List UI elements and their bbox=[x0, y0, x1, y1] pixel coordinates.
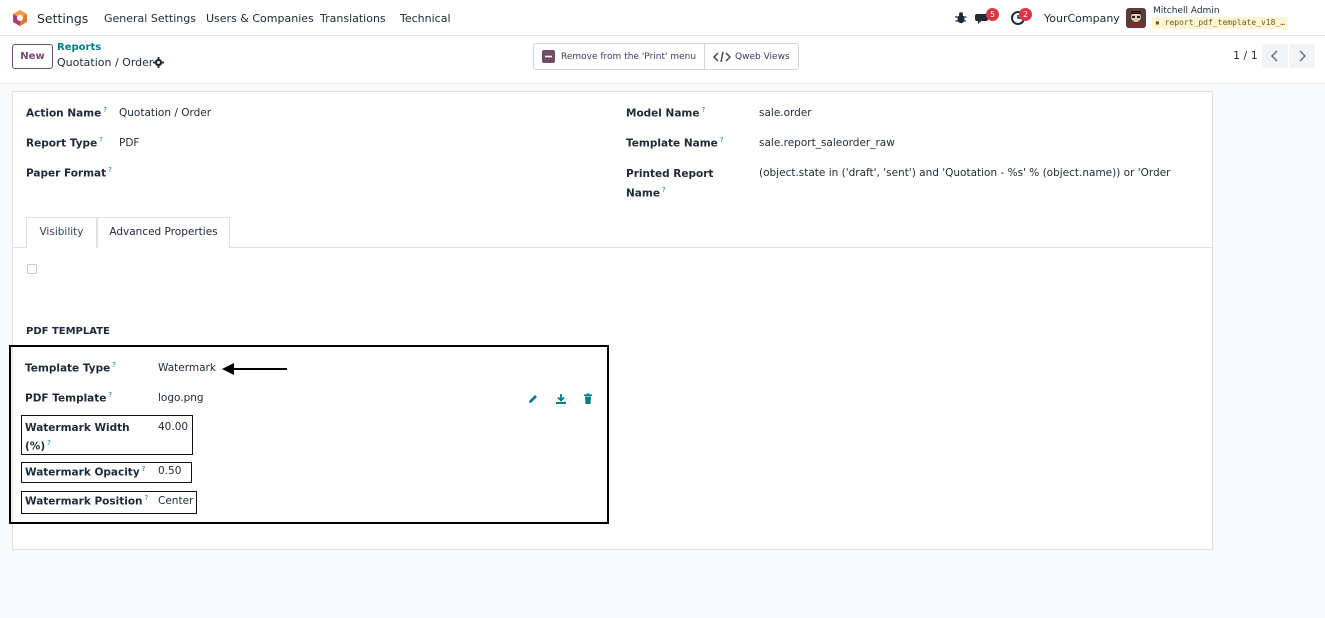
printed-report-name-value[interactable]: (object.state in ('draft', 'sent') and '… bbox=[759, 167, 1173, 179]
messages-badge: 5 bbox=[986, 8, 999, 21]
debug-bug-icon[interactable] bbox=[953, 10, 969, 26]
menu-technical[interactable]: Technical bbox=[400, 12, 451, 25]
qweb-views-label: Qweb Views bbox=[735, 51, 790, 62]
pdf-template-label: PDF Template? bbox=[25, 391, 113, 405]
trash-icon[interactable] bbox=[582, 393, 594, 405]
chevron-left-icon bbox=[1270, 50, 1278, 62]
remove-from-print-button[interactable]: Remove from the 'Print' menu bbox=[534, 44, 704, 69]
activities-badge: 2 bbox=[1019, 8, 1032, 21]
report-type-value[interactable]: PDF bbox=[119, 137, 139, 149]
pencil-icon[interactable] bbox=[527, 393, 539, 405]
watermark-opacity-label: Watermark Opacity? bbox=[25, 465, 146, 479]
app-title[interactable]: Settings bbox=[37, 11, 88, 26]
company-switcher[interactable]: YourCompany bbox=[1044, 12, 1120, 25]
code-icon bbox=[713, 51, 732, 62]
remove-from-print-label: Remove from the 'Print' menu bbox=[561, 51, 697, 62]
watermark-opacity-value[interactable]: 0.50 bbox=[158, 465, 181, 477]
breadcrumb-reports[interactable]: Reports bbox=[57, 42, 101, 53]
menu-translations[interactable]: Translations bbox=[320, 12, 386, 25]
model-name-label: Model Name? bbox=[626, 106, 706, 120]
breadcrumb-current: Quotation / Order bbox=[57, 56, 154, 69]
user-avatar[interactable] bbox=[1126, 8, 1146, 28]
action-name-label: Action Name? bbox=[26, 106, 107, 120]
watermark-position-label: Watermark Position? bbox=[25, 494, 149, 508]
report-type-label: Report Type? bbox=[26, 136, 103, 150]
user-name[interactable]: Mitchell Admin bbox=[1153, 6, 1220, 16]
pdf-template-section-title: PDF TEMPLATE bbox=[26, 326, 110, 337]
minus-square-icon bbox=[542, 50, 555, 63]
paper-format-label: Paper Format? bbox=[26, 166, 112, 180]
database-name: ▪ report_pdf_template_v18_… bbox=[1152, 17, 1289, 29]
watermark-width-value[interactable]: 40.00 bbox=[158, 421, 188, 433]
template-name-label: Template Name? bbox=[626, 136, 724, 150]
arrow-annotation-icon bbox=[222, 363, 287, 375]
menu-general-settings[interactable]: General Settings bbox=[104, 12, 196, 25]
action-button-group: Remove from the 'Print' menu Qweb Views bbox=[533, 43, 799, 70]
template-type-value[interactable]: Watermark bbox=[158, 362, 216, 374]
top-navbar: Settings General Settings Users & Compan… bbox=[0, 0, 1325, 36]
pager-value[interactable]: 1 / 1 bbox=[1233, 49, 1258, 62]
action-name-value[interactable]: Quotation / Order bbox=[119, 107, 211, 119]
template-type-label: Template Type? bbox=[25, 361, 116, 375]
watermark-width-label: Watermark Width (%)? bbox=[25, 422, 130, 453]
watermark-position-value[interactable]: Center bbox=[158, 495, 193, 507]
tab-visibility[interactable]: Visibility bbox=[26, 217, 97, 248]
pager-previous-button[interactable] bbox=[1262, 44, 1288, 68]
gear-icon[interactable] bbox=[153, 57, 164, 68]
advanced-checkbox[interactable] bbox=[27, 264, 37, 274]
model-name-value[interactable]: sale.order bbox=[759, 107, 812, 119]
download-icon[interactable] bbox=[555, 393, 567, 405]
new-button[interactable]: New bbox=[12, 44, 53, 69]
printed-report-name-label: Printed Report Name? bbox=[626, 168, 714, 200]
pager-next-button[interactable] bbox=[1289, 44, 1315, 68]
pdf-template-value[interactable]: logo.png bbox=[158, 392, 204, 404]
control-panel: New Reports Quotation / Order Remove fro… bbox=[0, 36, 1325, 84]
qweb-views-button[interactable]: Qweb Views bbox=[704, 44, 798, 69]
database-label: report_pdf_template_v18_… bbox=[1164, 18, 1286, 27]
menu-users-companies[interactable]: Users & Companies bbox=[206, 12, 314, 25]
template-name-value[interactable]: sale.report_saleorder_raw bbox=[759, 137, 895, 149]
odoo-logo-icon[interactable] bbox=[11, 9, 29, 27]
tab-advanced-properties[interactable]: Advanced Properties bbox=[97, 217, 230, 248]
chevron-right-icon bbox=[1299, 50, 1307, 62]
database-icon: ▪ bbox=[1155, 18, 1165, 27]
